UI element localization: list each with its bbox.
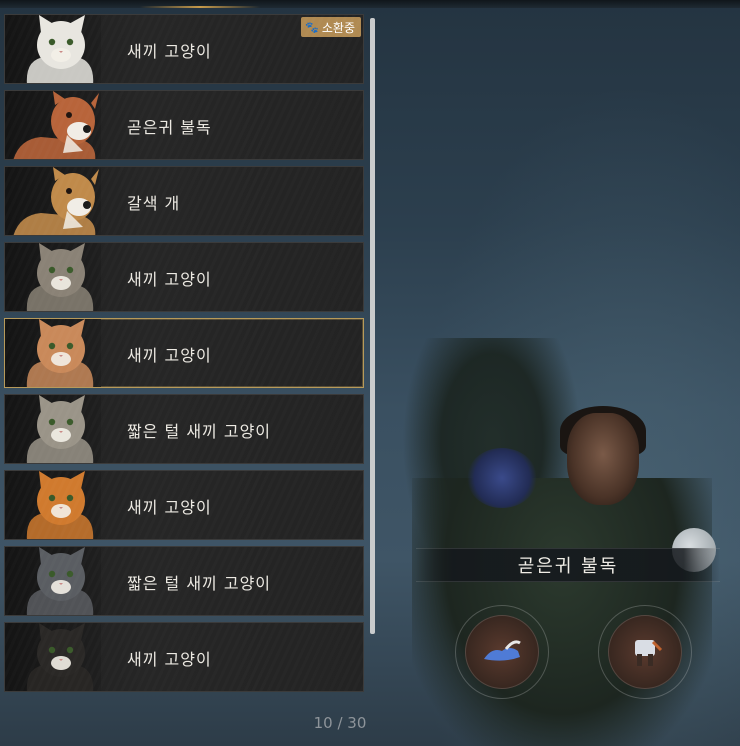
pet-name: 갈색 개 [127, 194, 181, 213]
pagination: 10 / 30 [313, 714, 367, 732]
equip-slot-armor[interactable] [598, 605, 692, 699]
hat-icon [465, 615, 539, 689]
pet-name: 새끼 고양이 [127, 650, 212, 669]
cat-portrait [5, 395, 101, 463]
pet-name: 곧은귀 불독 [127, 118, 212, 137]
pet-name: 짧은 털 새끼 고양이 [127, 574, 272, 593]
pet-card[interactable]: 새끼 고양이 [4, 242, 364, 312]
cat-portrait [5, 547, 101, 615]
pet-card[interactable]: 짧은 털 새끼 고양이 [4, 546, 364, 616]
summoned-label: 소환중 [321, 20, 355, 35]
pet-card[interactable]: 짧은 털 새끼 고양이 [4, 394, 364, 464]
cat-portrait [5, 243, 101, 311]
pet-card[interactable]: 곧은귀 불독 [4, 90, 364, 160]
dog-portrait [5, 167, 101, 235]
pet-name: 새끼 고양이 [127, 270, 212, 289]
cat-portrait [5, 319, 101, 387]
pet-card[interactable]: 새끼 고양이 [4, 318, 364, 388]
pet-name: 짧은 털 새끼 고양이 [127, 422, 272, 441]
pet-card[interactable]: 갈색 개 [4, 166, 364, 236]
cat-portrait [5, 471, 101, 539]
pet-name: 새끼 고양이 [127, 346, 212, 365]
pet-list: 새끼 고양이 🐾 소환중 곧은귀 불독 갈색 개 새끼 고양이 새끼 고양이 짧… [0, 14, 366, 694]
equip-slot-hat[interactable] [455, 605, 549, 699]
pet-card[interactable]: 새끼 고양이 [4, 470, 364, 540]
pet-card[interactable]: 새끼 고양이 [4, 622, 364, 692]
selected-pet-name: 곧은귀 불독 [416, 548, 720, 582]
pet-card[interactable]: 새끼 고양이 🐾 소환중 [4, 14, 364, 84]
top-frame [0, 0, 740, 8]
pet-name: 새끼 고양이 [127, 498, 212, 517]
pet-name: 새끼 고양이 [127, 42, 212, 61]
dog-portrait [5, 91, 101, 159]
pet-armor-icon [608, 615, 682, 689]
cat-portrait [5, 623, 101, 691]
summoned-badge: 🐾 소환중 [301, 17, 361, 37]
paw-icon: 🐾 [305, 20, 319, 34]
cat-portrait [5, 15, 101, 83]
scrollbar[interactable] [370, 18, 375, 634]
